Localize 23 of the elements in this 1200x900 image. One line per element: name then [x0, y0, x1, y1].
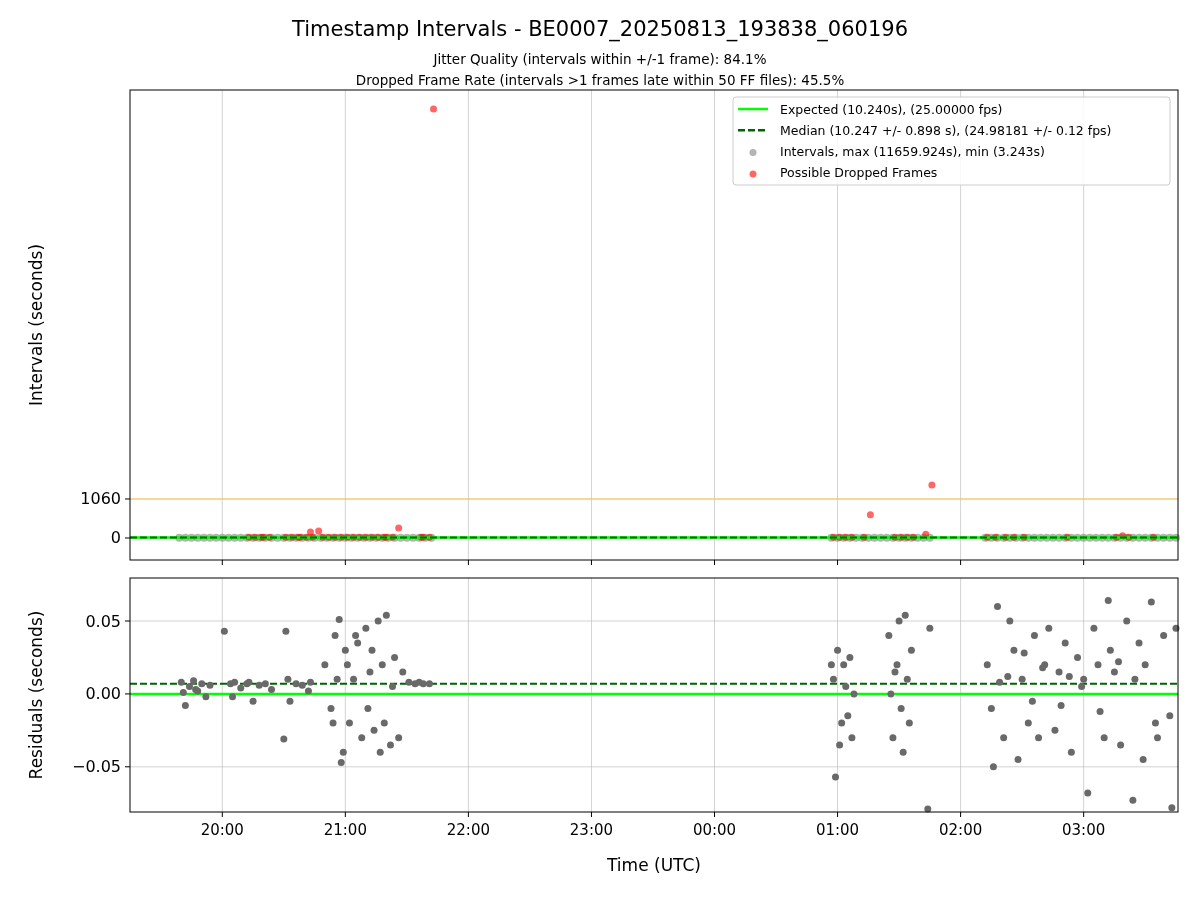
tick-label: 01:00: [815, 821, 860, 839]
axis-label: Residuals (seconds): [26, 610, 46, 780]
tick-label: 22:00: [446, 821, 490, 839]
legend-label: Possible Dropped Frames: [780, 165, 938, 181]
legend-label: Expected (10.240s), (25.00000 fps): [780, 101, 1003, 117]
axis-label: Time (UTC): [607, 855, 701, 875]
tick-label: 20:00: [200, 821, 244, 839]
tick-label: 0: [110, 528, 121, 548]
tick-label: 21:00: [323, 821, 367, 839]
tick-label: 1060: [80, 489, 121, 509]
tick-label: 0.00: [85, 684, 121, 704]
tick-label: −0.05: [71, 757, 121, 777]
legend-label: Median (10.247 +/- 0.898 s), (24.98181 +/- 0.12 fps): [780, 122, 1112, 138]
tick-label: 23:00: [569, 821, 614, 839]
subtitle: Dropped Frame Rate (intervals >1 frames late within 50 FF files): 45.5%: [355, 72, 845, 88]
legend-label: Intervals, max (11659.924s), min (3.243s): [780, 144, 1045, 160]
subtitle: Jitter Quality (intervals within +/-1 frame): 84.1%: [433, 51, 767, 67]
chart-title: Timestamp Intervals - BE0007_20250813_193838_060196: [292, 17, 908, 41]
tick-label: 0.05: [85, 611, 121, 631]
tick-label: 02:00: [939, 821, 983, 839]
axis-label: Intervals (seconds): [26, 243, 46, 407]
tick-label: 00:00: [692, 821, 737, 839]
tick-label: 03:00: [1062, 821, 1106, 839]
